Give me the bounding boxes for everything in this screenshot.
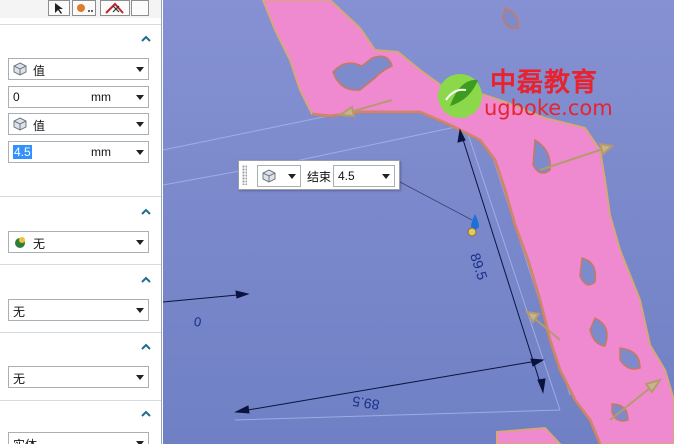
end-value-mini: 4.5 bbox=[338, 169, 355, 183]
draft-option-label: 无 bbox=[13, 305, 26, 319]
offset-option-label: 无 bbox=[13, 372, 26, 386]
draft-select[interactable]: 无 bbox=[8, 299, 149, 321]
end-value-mini-input[interactable]: 4.5 bbox=[333, 165, 395, 187]
start-option-select[interactable]: 值 bbox=[8, 58, 149, 80]
chevron-down-icon bbox=[136, 122, 144, 127]
chevron-down-icon[interactable] bbox=[382, 174, 390, 179]
cube-icon bbox=[262, 169, 276, 183]
chevron-down-icon bbox=[136, 67, 144, 72]
boolean-select[interactable]: 无 bbox=[8, 231, 149, 253]
quick-pick-icon bbox=[77, 4, 93, 12]
toolbar-extra-button[interactable] bbox=[131, 0, 149, 16]
chevron-down-icon[interactable] bbox=[136, 150, 144, 155]
chevron-down-icon[interactable] bbox=[136, 95, 144, 100]
extrude-dialog-panel: 值 0 mm 值 4.5 mm 无 无 无 bbox=[0, 0, 162, 444]
snap-point-icon bbox=[105, 2, 124, 14]
chevron-down-icon bbox=[136, 375, 144, 380]
collapse-offset-chevron-icon[interactable] bbox=[140, 341, 152, 353]
start-distance-input[interactable]: 0 mm bbox=[8, 86, 149, 108]
end-option-mini-select[interactable] bbox=[257, 165, 301, 187]
boolean-none-icon bbox=[15, 237, 25, 248]
snap-point-button[interactable] bbox=[100, 0, 130, 16]
collapse-settings-chevron-icon[interactable] bbox=[140, 408, 152, 420]
cube-icon bbox=[13, 62, 27, 76]
end-option-select[interactable]: 值 bbox=[8, 113, 149, 135]
offset-select[interactable]: 无 bbox=[8, 366, 149, 388]
part-bottom-tab[interactable] bbox=[496, 426, 562, 444]
end-distance-input[interactable]: 4.5 mm bbox=[8, 141, 149, 163]
collapse-boolean-chevron-icon[interactable] bbox=[140, 206, 152, 218]
collapse-limits-chevron-icon[interactable] bbox=[140, 33, 152, 45]
dimension-small-label[interactable]: 0 bbox=[193, 314, 203, 330]
cube-icon bbox=[13, 117, 27, 131]
watermark-cn-text: 中磊教育 bbox=[490, 68, 599, 98]
quick-pick-button[interactable] bbox=[72, 0, 96, 16]
end-label: 结束 bbox=[307, 170, 332, 184]
selection-toolbar bbox=[0, 0, 161, 18]
start-option-label: 值 bbox=[33, 64, 46, 78]
select-arrow-button[interactable] bbox=[48, 0, 70, 16]
dimension-vertical-label[interactable]: 89.5 bbox=[467, 251, 491, 282]
chevron-down-icon bbox=[288, 174, 296, 179]
collapse-draft-chevron-icon[interactable] bbox=[140, 274, 152, 286]
end-unit-label: mm bbox=[91, 145, 111, 159]
watermark-logo: 中磊教育 ugboke.com bbox=[432, 62, 632, 128]
body-type-select[interactable]: 实体 bbox=[8, 432, 149, 444]
leaf-logo-icon bbox=[438, 74, 482, 118]
start-unit-label: mm bbox=[91, 90, 111, 104]
boolean-option-label: 无 bbox=[33, 237, 46, 251]
end-option-label: 值 bbox=[33, 119, 46, 133]
drag-grip[interactable] bbox=[242, 165, 247, 185]
screen-input-widget: 结束 4.5 bbox=[238, 160, 400, 190]
start-distance-value: 0 bbox=[13, 90, 20, 104]
dimension-horizontal-label[interactable]: 89.5 bbox=[351, 393, 381, 413]
chevron-down-icon bbox=[136, 308, 144, 313]
watermark-en-text: ugboke.com bbox=[484, 96, 613, 120]
body-type-label: 实体 bbox=[13, 436, 37, 444]
chevron-down-icon bbox=[136, 240, 144, 245]
end-distance-value: 4.5 bbox=[13, 145, 32, 159]
end-drag-handle[interactable] bbox=[467, 214, 479, 237]
select-arrow-icon bbox=[55, 3, 63, 14]
